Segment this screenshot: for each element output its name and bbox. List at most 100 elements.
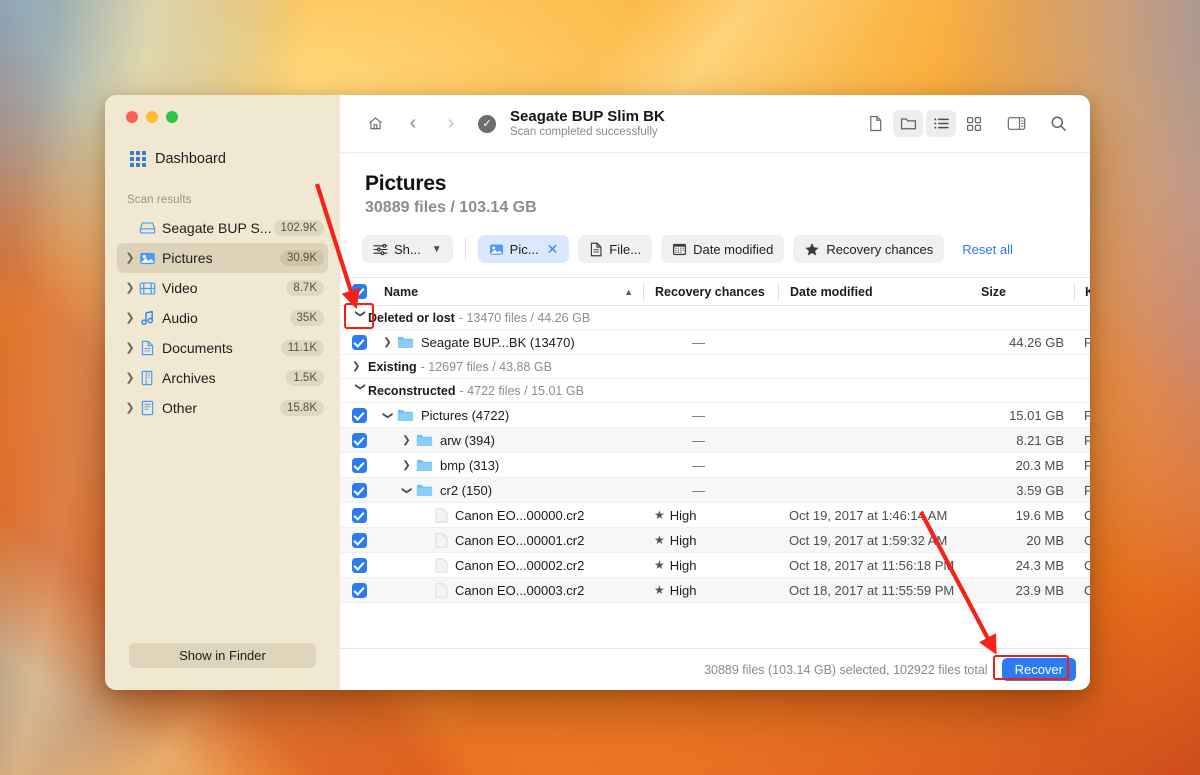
sidebar-item-audio[interactable]: ❯ Audio 35K <box>117 303 328 333</box>
video-icon <box>137 281 157 296</box>
row-checkbox[interactable] <box>351 407 367 423</box>
chevron-right-icon[interactable]: ❯ <box>123 372 137 384</box>
row-name-cell: Canon EO...00000.cr2 <box>378 508 643 523</box>
row-name-cell: Canon EO...00001.cr2 <box>378 533 643 548</box>
table-row[interactable]: Canon EO...00003.cr2 ★ High Oct 18, 2017 at… <box>340 578 1090 603</box>
row-recovery-cell: ★ High <box>643 508 778 523</box>
sidebar-item-archives[interactable]: ❯ Archives 1.5K <box>117 363 328 393</box>
sidebar-item-dashboard[interactable]: Dashboard <box>124 146 326 172</box>
table-group-row[interactable]: ❯ Reconstructed - 4722 files / 15.01 GB <box>340 379 1090 403</box>
row-recovery-cell: ★ High <box>643 533 778 548</box>
row-date-cell: Oct 18, 2017 at 11:56:18 PM <box>778 558 970 573</box>
row-kind-value: Folde <box>1084 334 1090 350</box>
table-row[interactable]: Canon EO...00002.cr2 ★ High Oct 18, 2017 at… <box>340 553 1090 578</box>
search-icon[interactable] <box>1043 110 1073 137</box>
folder-view-icon[interactable] <box>893 110 923 137</box>
filter-chip-pictures[interactable]: Pic... ✕ <box>477 235 570 263</box>
row-checkbox[interactable] <box>351 532 367 548</box>
sidebar-item-other[interactable]: ❯ Other 15.8K <box>117 393 328 423</box>
table-body: ❯ Deleted or lost - 13470 files / 44.26 GB… <box>340 306 1090 648</box>
close-button[interactable] <box>126 111 138 123</box>
row-checkbox[interactable] <box>351 334 367 350</box>
row-checkbox[interactable] <box>351 457 367 473</box>
back-button[interactable]: ‹ <box>400 111 426 137</box>
column-header-recovery[interactable]: Recovery chances <box>643 283 778 300</box>
grid-view-icon[interactable] <box>959 110 989 137</box>
row-kind-cell: Folde <box>1074 483 1090 498</box>
chevron-down-icon[interactable]: ❯ <box>355 310 366 326</box>
row-size-cell: 24.3 MB <box>970 558 1074 573</box>
folder-icon <box>397 409 414 421</box>
show-in-finder-button[interactable]: Show in Finder <box>129 643 316 668</box>
chevron-down-icon[interactable]: ❯ <box>382 406 393 425</box>
sidebar-item-seagate-bup-s[interactable]: ❯Seagate BUP S...102.9K <box>117 213 328 243</box>
row-kind-value: Folde <box>1084 482 1090 498</box>
zoom-button[interactable] <box>166 111 178 123</box>
table-row[interactable]: ❯ Seagate BUP...BK (13470) — 44.26 GB Folde <box>340 330 1090 355</box>
row-checkbox-cell <box>340 532 378 548</box>
row-kind-cell: Canor <box>1074 583 1090 598</box>
column-header-size[interactable]: Size <box>970 285 1074 299</box>
drive-subtitle: Scan completed successfully <box>510 126 658 139</box>
row-checkbox[interactable] <box>351 507 367 523</box>
chevron-right-icon[interactable]: ❯ <box>123 342 137 354</box>
chevron-right-icon[interactable]: ❯ <box>378 337 397 348</box>
sidebar-item-pictures[interactable]: ❯ Pictures 30.9K <box>117 243 328 273</box>
filter-chip-file-type[interactable]: File... <box>578 235 653 263</box>
page-header: Pictures 30889 files / 103.14 GB <box>340 153 1090 217</box>
sidebar-panel-icon[interactable] <box>1001 110 1031 137</box>
row-checkbox-cell <box>340 432 378 448</box>
forward-button[interactable]: › <box>438 111 464 137</box>
chevron-right-icon[interactable]: ❯ <box>123 402 137 414</box>
file-icon <box>435 532 448 548</box>
chevron-down-icon[interactable]: ❯ <box>401 481 412 500</box>
table-row[interactable]: Canon EO...00000.cr2 ★ High Oct 19, 2017 at… <box>340 503 1090 528</box>
row-name-cell: ❯ Pictures (4722) <box>378 408 643 423</box>
chevron-right-icon[interactable]: ❯ <box>352 361 368 372</box>
page-title: Pictures <box>365 172 447 195</box>
file-view-icon[interactable] <box>860 110 890 137</box>
folder-icon <box>416 484 433 496</box>
chevron-right-icon[interactable]: ❯ <box>397 435 416 446</box>
column-header-name[interactable]: Name ▲ <box>378 285 643 299</box>
row-date-cell: Oct 19, 2017 at 1:59:32 AM <box>778 533 970 548</box>
chevron-down-icon[interactable]: ❯ <box>355 383 366 399</box>
sidebar-item-label: Audio <box>162 310 198 326</box>
recover-button[interactable]: Recover <box>1001 658 1076 681</box>
filter-chip-recovery-chances[interactable]: Recovery chances <box>793 235 945 263</box>
row-checkbox[interactable] <box>351 432 367 448</box>
table-row[interactable]: ❯ cr2 (150) — 3.59 GB Folde <box>340 478 1090 503</box>
row-checkbox[interactable] <box>351 482 367 498</box>
select-all-checkbox[interactable] <box>351 284 367 299</box>
show-filter-dropdown[interactable]: Sh... ▼ <box>362 235 453 263</box>
row-kind-value: Folde <box>1084 432 1090 448</box>
table-row[interactable]: ❯ Pictures (4722) — 15.01 GB Folde <box>340 403 1090 428</box>
row-size-value: 44.26 GB <box>1009 334 1064 350</box>
star-icon: ★ <box>654 583 665 597</box>
row-checkbox[interactable] <box>351 557 367 573</box>
table-group-row[interactable]: ❯ Deleted or lost - 13470 files / 44.26 GB <box>340 306 1090 330</box>
reset-all-button[interactable]: Reset all <box>962 242 1013 257</box>
row-checkbox[interactable] <box>351 582 367 598</box>
chevron-right-icon[interactable]: ❯ <box>397 460 416 471</box>
sidebar-item-documents[interactable]: ❯ Documents 11.1K <box>117 333 328 363</box>
filter-chip-date-modified[interactable]: Date modified <box>661 235 785 263</box>
close-icon[interactable]: ✕ <box>547 241 559 258</box>
chevron-right-icon[interactable]: ❯ <box>123 312 137 324</box>
sidebar-item-label: Other <box>162 400 198 416</box>
table-row[interactable]: ❯ arw (394) — 8.21 GB Folde <box>340 428 1090 453</box>
list-view-icon[interactable] <box>926 110 956 137</box>
column-header-kind[interactable]: Kind <box>1074 283 1090 300</box>
table-group-row[interactable]: ❯ Existing - 12697 files / 43.88 GB <box>340 355 1090 379</box>
home-icon[interactable] <box>362 111 388 137</box>
table-group-name: Existing <box>368 359 417 374</box>
column-header-date[interactable]: Date modified <box>778 283 970 300</box>
chevron-right-icon[interactable]: ❯ <box>123 252 137 264</box>
sidebar-item-video[interactable]: ❯ Video 8.7K <box>117 273 328 303</box>
minimize-button[interactable] <box>146 111 158 123</box>
table-row[interactable]: ❯ bmp (313) — 20.3 MB Folde <box>340 453 1090 478</box>
row-size-cell: 44.26 GB <box>970 335 1074 350</box>
table-row[interactable]: Canon EO...00001.cr2 ★ High Oct 19, 2017 at… <box>340 528 1090 553</box>
row-recovery-cell: — <box>643 458 778 473</box>
chevron-right-icon[interactable]: ❯ <box>123 282 137 294</box>
